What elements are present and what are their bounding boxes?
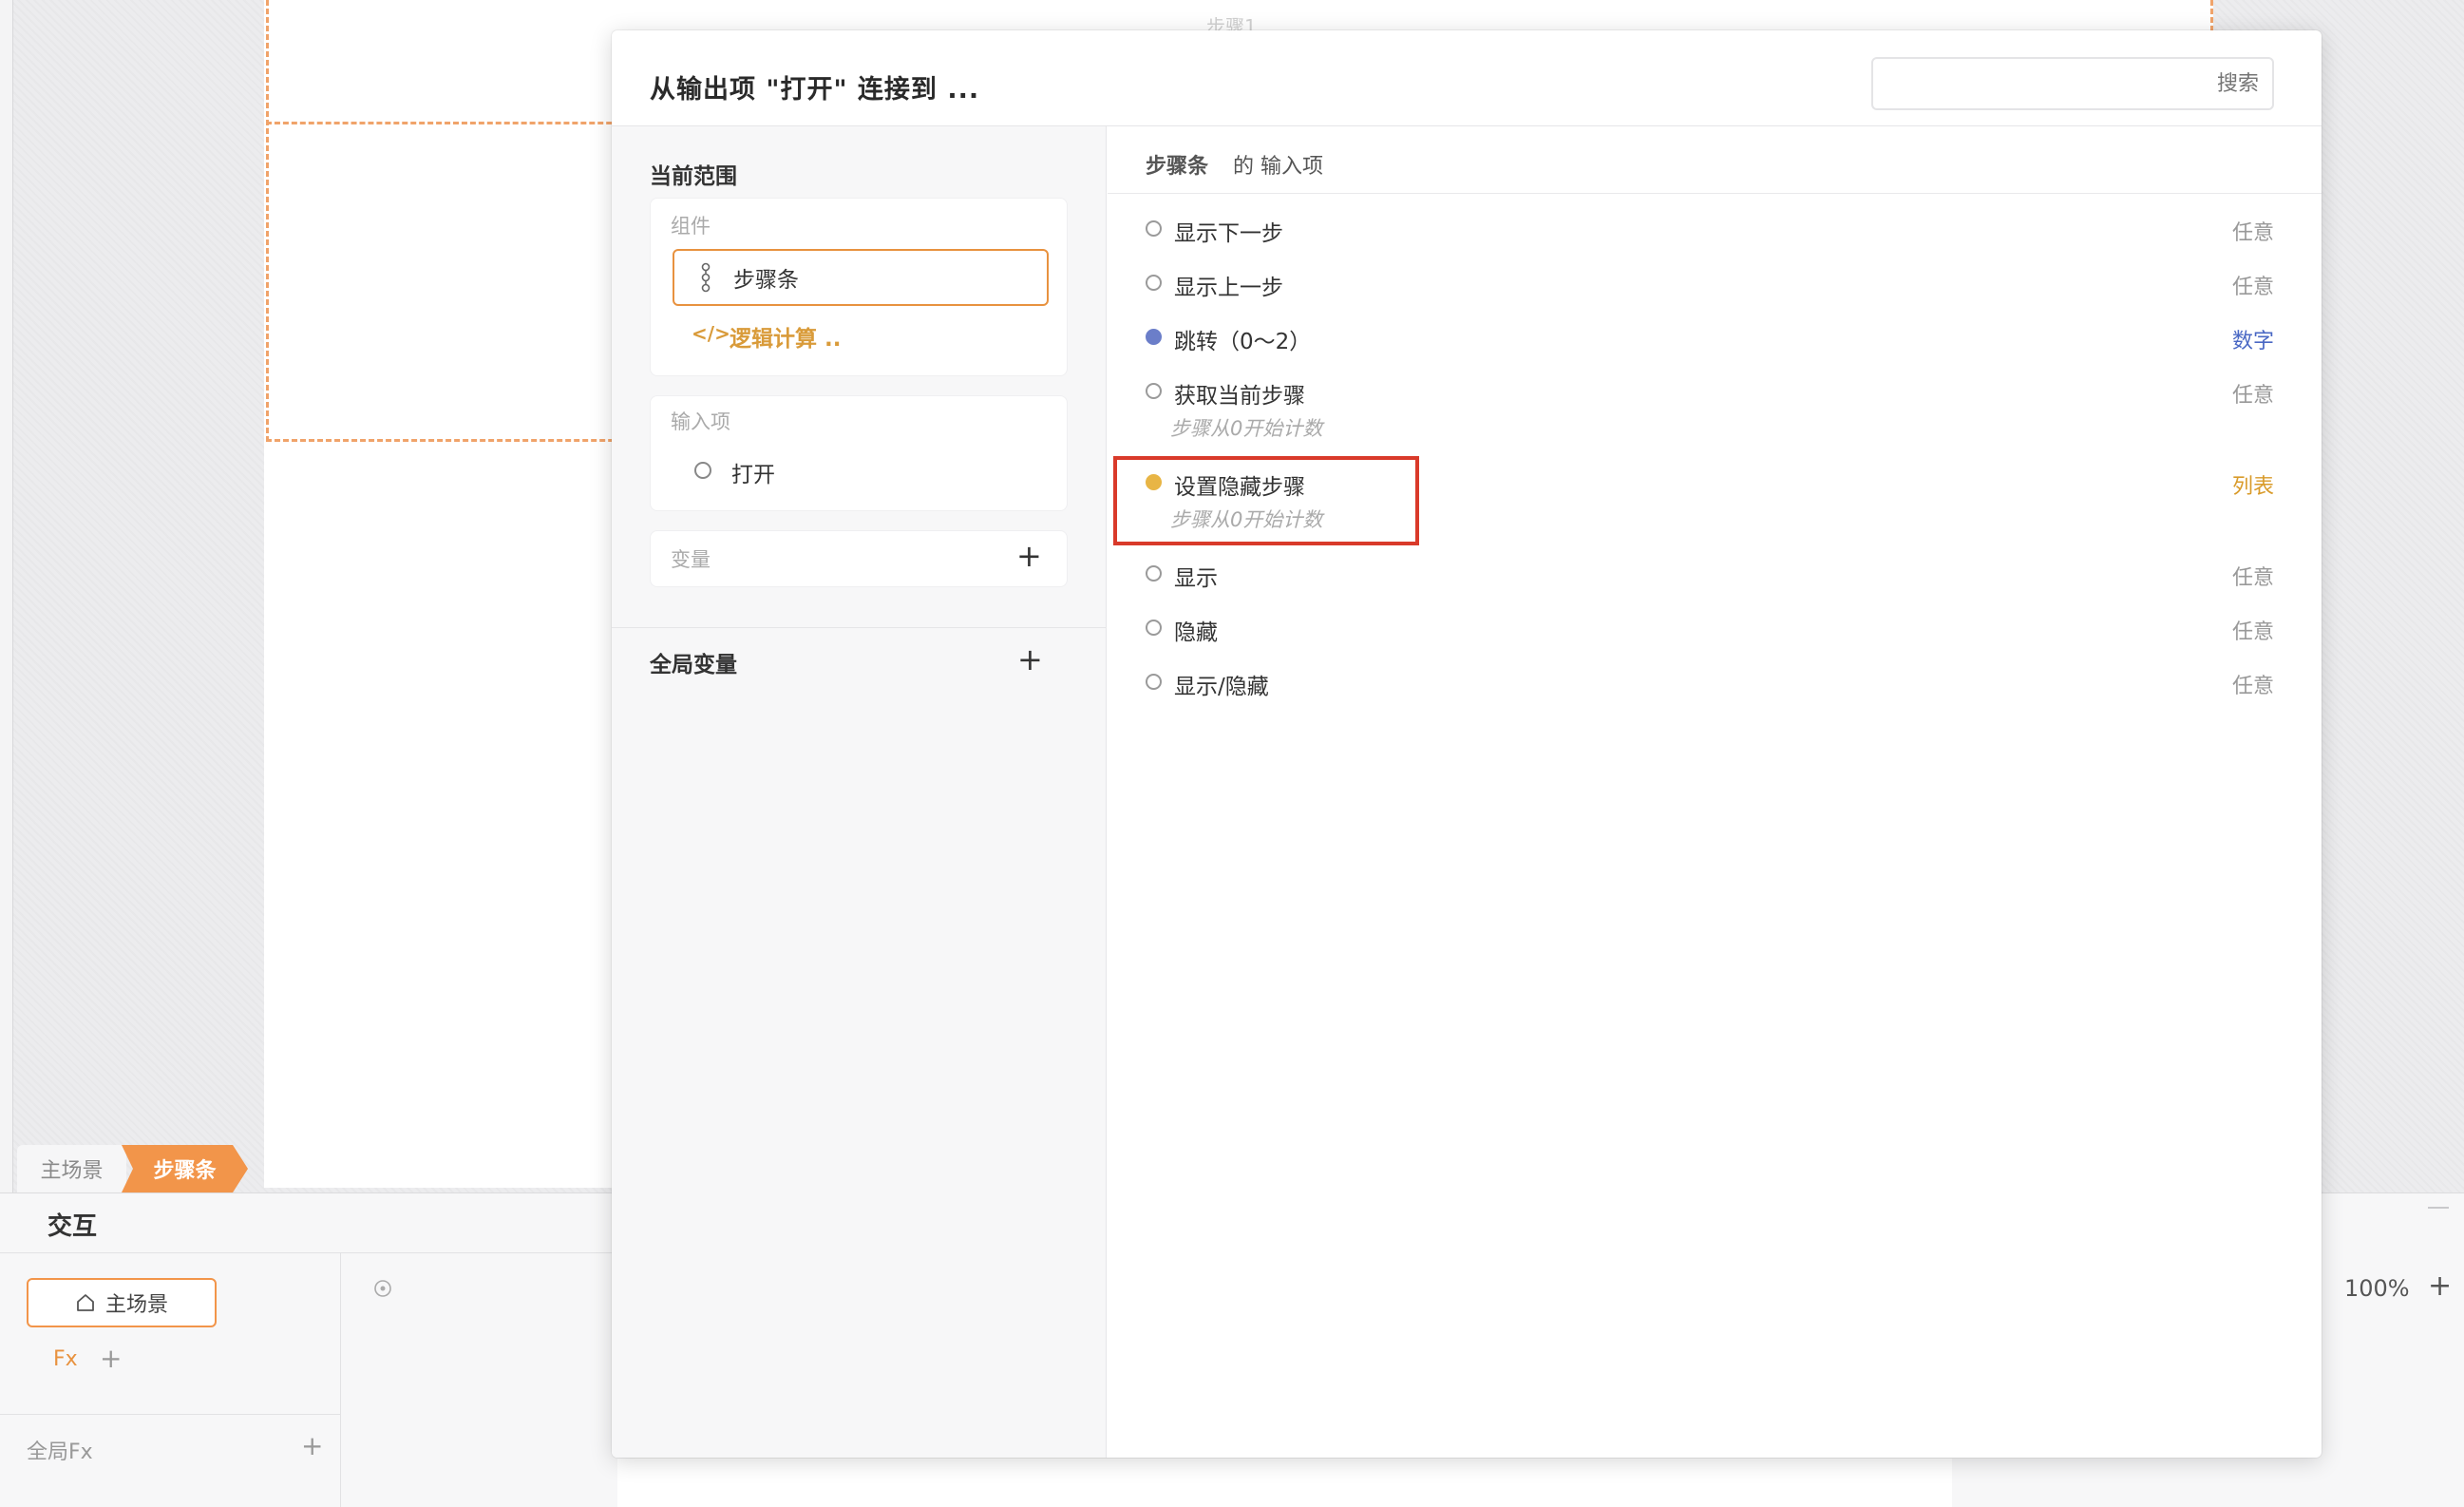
input-item-type: 任意	[2231, 566, 2274, 590]
interaction-panel-title: 交互	[47, 1212, 98, 1241]
input-item-label[interactable]: 显示	[1174, 560, 1218, 592]
input-open-radio[interactable]	[694, 462, 711, 479]
current-scope-title: 当前范围	[650, 164, 737, 189]
input-item-radio[interactable]	[1146, 565, 1162, 582]
input-item-type: 任意	[2231, 620, 2274, 644]
input-item-description: 步骤从0开始计数	[1170, 417, 1323, 440]
input-item-type: 任意	[2231, 276, 2274, 299]
input-item-radio[interactable]	[1146, 220, 1162, 237]
zoom-out-button[interactable]	[2428, 1207, 2449, 1209]
add-variable-button[interactable]: +	[1016, 538, 1042, 574]
input-item-radio[interactable]	[1146, 620, 1162, 636]
input-item-radio[interactable]	[1146, 329, 1162, 345]
zoom-in-button[interactable]: +	[2428, 1269, 2452, 1303]
inputs-header-suffix: 的 输入项	[1233, 155, 1323, 179]
inputs-header-divider	[1108, 193, 2322, 194]
input-item-type: 任意	[2231, 384, 2274, 408]
main-scene-button[interactable]: 主场景	[27, 1278, 217, 1327]
input-open-label[interactable]: 打开	[731, 456, 775, 488]
input-item-type: 任意	[2231, 221, 2274, 245]
input-item-label[interactable]: 显示上一步	[1174, 269, 1283, 301]
code-icon: </>	[692, 322, 730, 345]
input-item-type: 列表	[2231, 475, 2274, 499]
input-item-label[interactable]: 显示/隐藏	[1174, 668, 1269, 700]
input-item-radio[interactable]	[1146, 674, 1162, 690]
component-item-step-bar[interactable]	[673, 249, 1049, 306]
zoom-level: 100%	[2344, 1275, 2410, 1302]
panel-sidebar-divider	[340, 1252, 341, 1507]
search-input[interactable]	[1871, 57, 2274, 110]
input-item-type: 数字	[2231, 330, 2274, 353]
dialog-title: 从输出项 "打开" 连接到 ...	[650, 75, 980, 105]
variables-label: 变量	[671, 548, 711, 571]
component-step-bar-label: 步骤条	[733, 268, 799, 293]
main-scene-label: 主场景	[104, 1293, 168, 1317]
components-label: 组件	[671, 215, 711, 238]
fx-add-button[interactable]: +	[100, 1343, 122, 1374]
step-bar-icon	[701, 262, 711, 293]
global-variables-label: 全局变量	[650, 653, 737, 677]
breadcrumb-main-scene[interactable]: 主场景	[17, 1145, 126, 1192]
home-icon	[77, 1294, 94, 1311]
input-item-label[interactable]: 获取当前步骤	[1174, 377, 1305, 410]
breadcrumb-step-bar[interactable]: 步骤条	[122, 1145, 248, 1192]
input-item-label[interactable]: 显示下一步	[1174, 215, 1283, 247]
input-item-radio[interactable]	[1146, 275, 1162, 291]
global-fx-add-button[interactable]: +	[301, 1430, 323, 1461]
global-fx-divider	[0, 1414, 340, 1415]
left-divider	[612, 627, 1107, 628]
variables-card	[650, 530, 1068, 587]
input-item-radio[interactable]	[1146, 383, 1162, 399]
global-fx-label: 全局Fx	[27, 1440, 93, 1464]
locate-target-icon[interactable]	[372, 1278, 393, 1299]
panel-divider	[0, 1252, 617, 1253]
input-item-type: 任意	[2231, 675, 2274, 698]
inputs-label: 输入项	[671, 410, 730, 433]
add-global-variable-button[interactable]: +	[1017, 641, 1043, 677]
inputs-header-component: 步骤条	[1146, 155, 1209, 179]
input-item-label[interactable]: 隐藏	[1174, 614, 1218, 646]
fx-label[interactable]: Fx	[53, 1347, 78, 1371]
component-header-divider	[266, 122, 646, 124]
highlight-annotation-box	[1113, 456, 1419, 545]
component-logic-calc-label[interactable]: 逻辑计算 ..	[730, 320, 841, 353]
input-item-label[interactable]: 跳转（0～2）	[1174, 323, 1311, 355]
canvas-bottom-strip	[617, 1459, 1952, 1507]
left-ruler	[0, 0, 13, 1192]
